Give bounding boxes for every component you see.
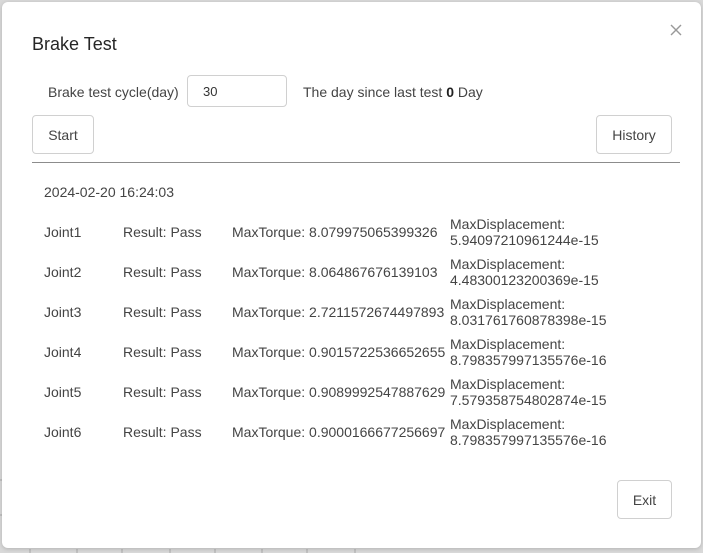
displacement-value: 5.94097210961244e-15: [450, 232, 599, 248]
joint-max-displacement: MaxDisplacement: 8.798357997135576e-16: [450, 416, 650, 448]
displacement-value: 4.48300123200369e-15: [450, 272, 599, 288]
joint-max-torque: MaxTorque: 0.9000166677256697: [232, 424, 446, 440]
displacement-value: 8.031761760878398e-15: [450, 312, 607, 328]
displacement-label: MaxDisplacement:: [450, 416, 566, 432]
result-row: Joint5 Result: Pass MaxTorque: 0.9089992…: [2, 376, 701, 416]
joint-result: Result: Pass: [123, 384, 202, 400]
cycle-label: Brake test cycle(day): [48, 84, 179, 100]
joint-max-torque: MaxTorque: 8.064867676139103: [232, 264, 438, 280]
brake-test-dialog: Brake Test Brake test cycle(day) The day…: [2, 2, 701, 548]
joint-name: Joint6: [44, 424, 82, 440]
joint-max-displacement: MaxDisplacement: 8.798357997135576e-16: [450, 336, 650, 368]
result-row: Joint3 Result: Pass MaxTorque: 2.7211572…: [2, 296, 701, 336]
displacement-label: MaxDisplacement:: [450, 336, 566, 352]
joint-max-torque: MaxTorque: 8.079975065399326: [232, 224, 438, 240]
joint-result: Result: Pass: [123, 264, 202, 280]
result-row: Joint2 Result: Pass MaxTorque: 8.0648676…: [2, 256, 701, 296]
joint-name: Joint2: [44, 264, 82, 280]
joint-max-displacement: MaxDisplacement: 5.94097210961244e-15: [450, 216, 650, 248]
displacement-value: 7.579358754802874e-15: [450, 392, 607, 408]
joint-max-displacement: MaxDisplacement: 8.031761760878398e-15: [450, 296, 650, 328]
result-row: Joint1 Result: Pass MaxTorque: 8.0799750…: [2, 216, 701, 256]
joint-max-displacement: MaxDisplacement: 4.48300123200369e-15: [450, 256, 650, 288]
displacement-label: MaxDisplacement:: [450, 256, 566, 272]
joint-name: Joint3: [44, 304, 82, 320]
cycle-input[interactable]: [187, 75, 287, 107]
joint-name: Joint4: [44, 344, 82, 360]
result-row: Joint6 Result: Pass MaxTorque: 0.9000166…: [2, 416, 701, 456]
history-button[interactable]: History: [596, 115, 672, 154]
exit-button[interactable]: Exit: [617, 480, 672, 519]
displacement-value: 8.798357997135576e-16: [450, 432, 607, 448]
displacement-label: MaxDisplacement:: [450, 376, 566, 392]
days-since-prefix: The day since last test: [303, 84, 443, 100]
days-since-value: 0: [446, 84, 454, 100]
result-row: Joint4 Result: Pass MaxTorque: 0.9015722…: [2, 336, 701, 376]
joint-name: Joint1: [44, 224, 82, 240]
displacement-value: 8.798357997135576e-16: [450, 352, 607, 368]
joint-result: Result: Pass: [123, 424, 202, 440]
joint-max-displacement: MaxDisplacement: 7.579358754802874e-15: [450, 376, 650, 408]
joint-result: Result: Pass: [123, 344, 202, 360]
test-timestamp: 2024-02-20 16:24:03: [44, 184, 174, 200]
days-since-text: The day since last test 0 Day: [303, 84, 483, 100]
joint-max-torque: MaxTorque: 0.9015722536652655: [232, 344, 446, 360]
joint-name: Joint5: [44, 384, 82, 400]
joint-max-torque: MaxTorque: 0.9089992547887629: [232, 384, 446, 400]
start-button[interactable]: Start: [32, 115, 94, 154]
days-since-suffix: Day: [457, 84, 483, 100]
displacement-label: MaxDisplacement:: [450, 296, 566, 312]
joint-result: Result: Pass: [123, 304, 202, 320]
joint-result: Result: Pass: [123, 224, 202, 240]
dialog-title: Brake Test: [32, 34, 117, 54]
close-icon[interactable]: [668, 22, 684, 38]
divider: [32, 162, 680, 163]
displacement-label: MaxDisplacement:: [450, 216, 566, 232]
joint-max-torque: MaxTorque: 2.7211572674497893: [232, 304, 445, 320]
